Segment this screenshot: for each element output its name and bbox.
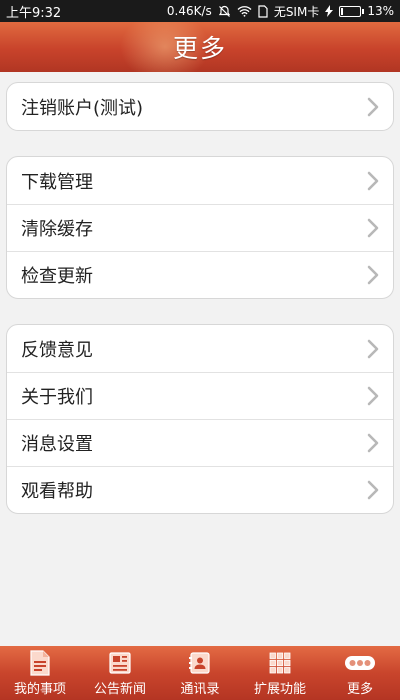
chevron-right-icon [365, 216, 381, 240]
nav-tab-more[interactable]: 更多 [320, 646, 400, 700]
chevron-right-icon [365, 263, 381, 287]
nav-tab-announcements[interactable]: 公告新闻 [80, 646, 160, 700]
alarm-off-icon [218, 5, 231, 18]
sim-card-icon [258, 4, 268, 18]
menu-item-label: 消息设置 [21, 434, 93, 455]
info-group: 反馈意见 关于我们 消息设置 观看帮助 [6, 324, 394, 514]
chevron-right-icon [365, 169, 381, 193]
menu-item-label: 反馈意见 [21, 339, 93, 361]
chevron-right-icon [365, 431, 381, 455]
battery-icon [339, 5, 365, 17]
battery-percent: 13% [367, 4, 394, 18]
menu-item-logout-account[interactable]: 注销账户(测试) [7, 83, 393, 130]
status-bar: 上午9:32 0.46K/s 无SIM卡 13% [0, 0, 400, 22]
menu-item-label: 观看帮助 [21, 481, 93, 502]
battery-fill [341, 7, 344, 15]
menu-item-label: 关于我们 [21, 387, 93, 408]
nav-tab-extensions[interactable]: 扩展功能 [240, 646, 320, 700]
wifi-icon [237, 5, 252, 17]
contacts-icon [188, 650, 212, 676]
document-icon [29, 649, 51, 676]
menu-item-feedback[interactable]: 反馈意见 [7, 325, 393, 372]
nav-label: 通讯录 [180, 681, 220, 697]
bottom-nav: 我的事项 公告新闻 通讯录 扩展功能 更多 [0, 646, 400, 700]
more-dots-icon [345, 650, 375, 676]
menu-item-view-help[interactable]: 观看帮助 [7, 466, 393, 513]
nav-label: 更多 [346, 681, 373, 697]
menu-item-message-settings[interactable]: 消息设置 [7, 419, 393, 466]
nav-label: 扩展功能 [253, 681, 306, 697]
menu-item-label: 下载管理 [21, 171, 93, 193]
account-group: 注销账户(测试) [6, 82, 394, 131]
carrier-label: 无SIM卡 [273, 4, 320, 19]
title-bar: 更多 [0, 22, 400, 72]
page-title: 更多 [172, 34, 227, 63]
chevron-right-icon [365, 384, 381, 408]
nav-label: 我的事项 [13, 681, 66, 697]
chevron-right-icon [365, 337, 381, 361]
grid-icon [269, 650, 291, 676]
chevron-right-icon [365, 478, 381, 502]
status-right: 0.46K/s 无SIM卡 13% [167, 3, 394, 20]
app-management-group: 下载管理 清除缓存 检查更新 [6, 156, 394, 299]
news-icon [108, 650, 132, 676]
nav-tab-contacts[interactable]: 通讯录 [160, 646, 240, 700]
nav-label: 公告新闻 [93, 681, 146, 697]
menu-item-check-update[interactable]: 检查更新 [7, 251, 393, 298]
menu-item-clear-cache[interactable]: 清除缓存 [7, 204, 393, 251]
network-speed: 0.46K/s [166, 4, 212, 18]
nav-tab-my-tasks[interactable]: 我的事项 [0, 646, 80, 700]
charging-icon [325, 5, 334, 17]
menu-item-download-manager[interactable]: 下载管理 [7, 157, 393, 204]
chevron-right-icon [365, 95, 381, 119]
menu-item-label: 注销账户(测试) [21, 97, 144, 119]
menu-item-about-us[interactable]: 关于我们 [7, 372, 393, 419]
status-time: 上午9:32 [6, 5, 62, 21]
menu-item-label: 清除缓存 [21, 219, 93, 240]
menu-item-label: 检查更新 [21, 266, 93, 287]
